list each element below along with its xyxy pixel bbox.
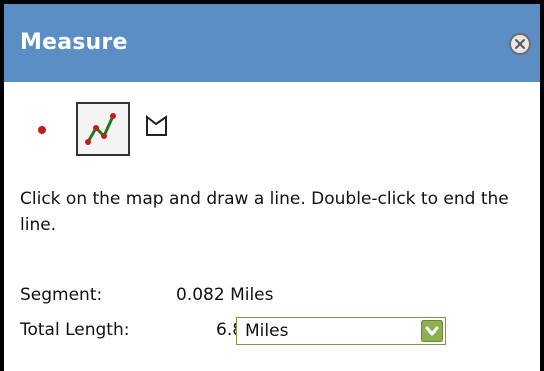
units-select[interactable]: Miles [236,317,446,345]
polygon-icon [146,114,167,136]
point-tool-button[interactable] [32,120,52,140]
measure-tools [32,102,192,158]
close-icon [509,33,531,55]
units-select-value: Miles [245,321,289,341]
chevron-down-icon[interactable] [421,320,443,342]
measure-panel: Measure Click on the map and draw a line… [4,4,540,371]
segment-label: Segment: [20,285,103,305]
point-icon [38,126,46,134]
instruction-text: Click on the map and draw a line. Double… [20,189,509,235]
polygon-tool-button[interactable] [144,112,170,140]
close-button[interactable] [508,32,532,56]
segment-value: 0.082 Miles [176,285,274,305]
line-tool-button[interactable] [76,102,130,156]
panel-title: Measure [20,30,128,55]
title-bar: Measure [4,4,540,82]
polyline-icon [85,113,116,145]
total-length-label: Total Length: [20,320,130,340]
